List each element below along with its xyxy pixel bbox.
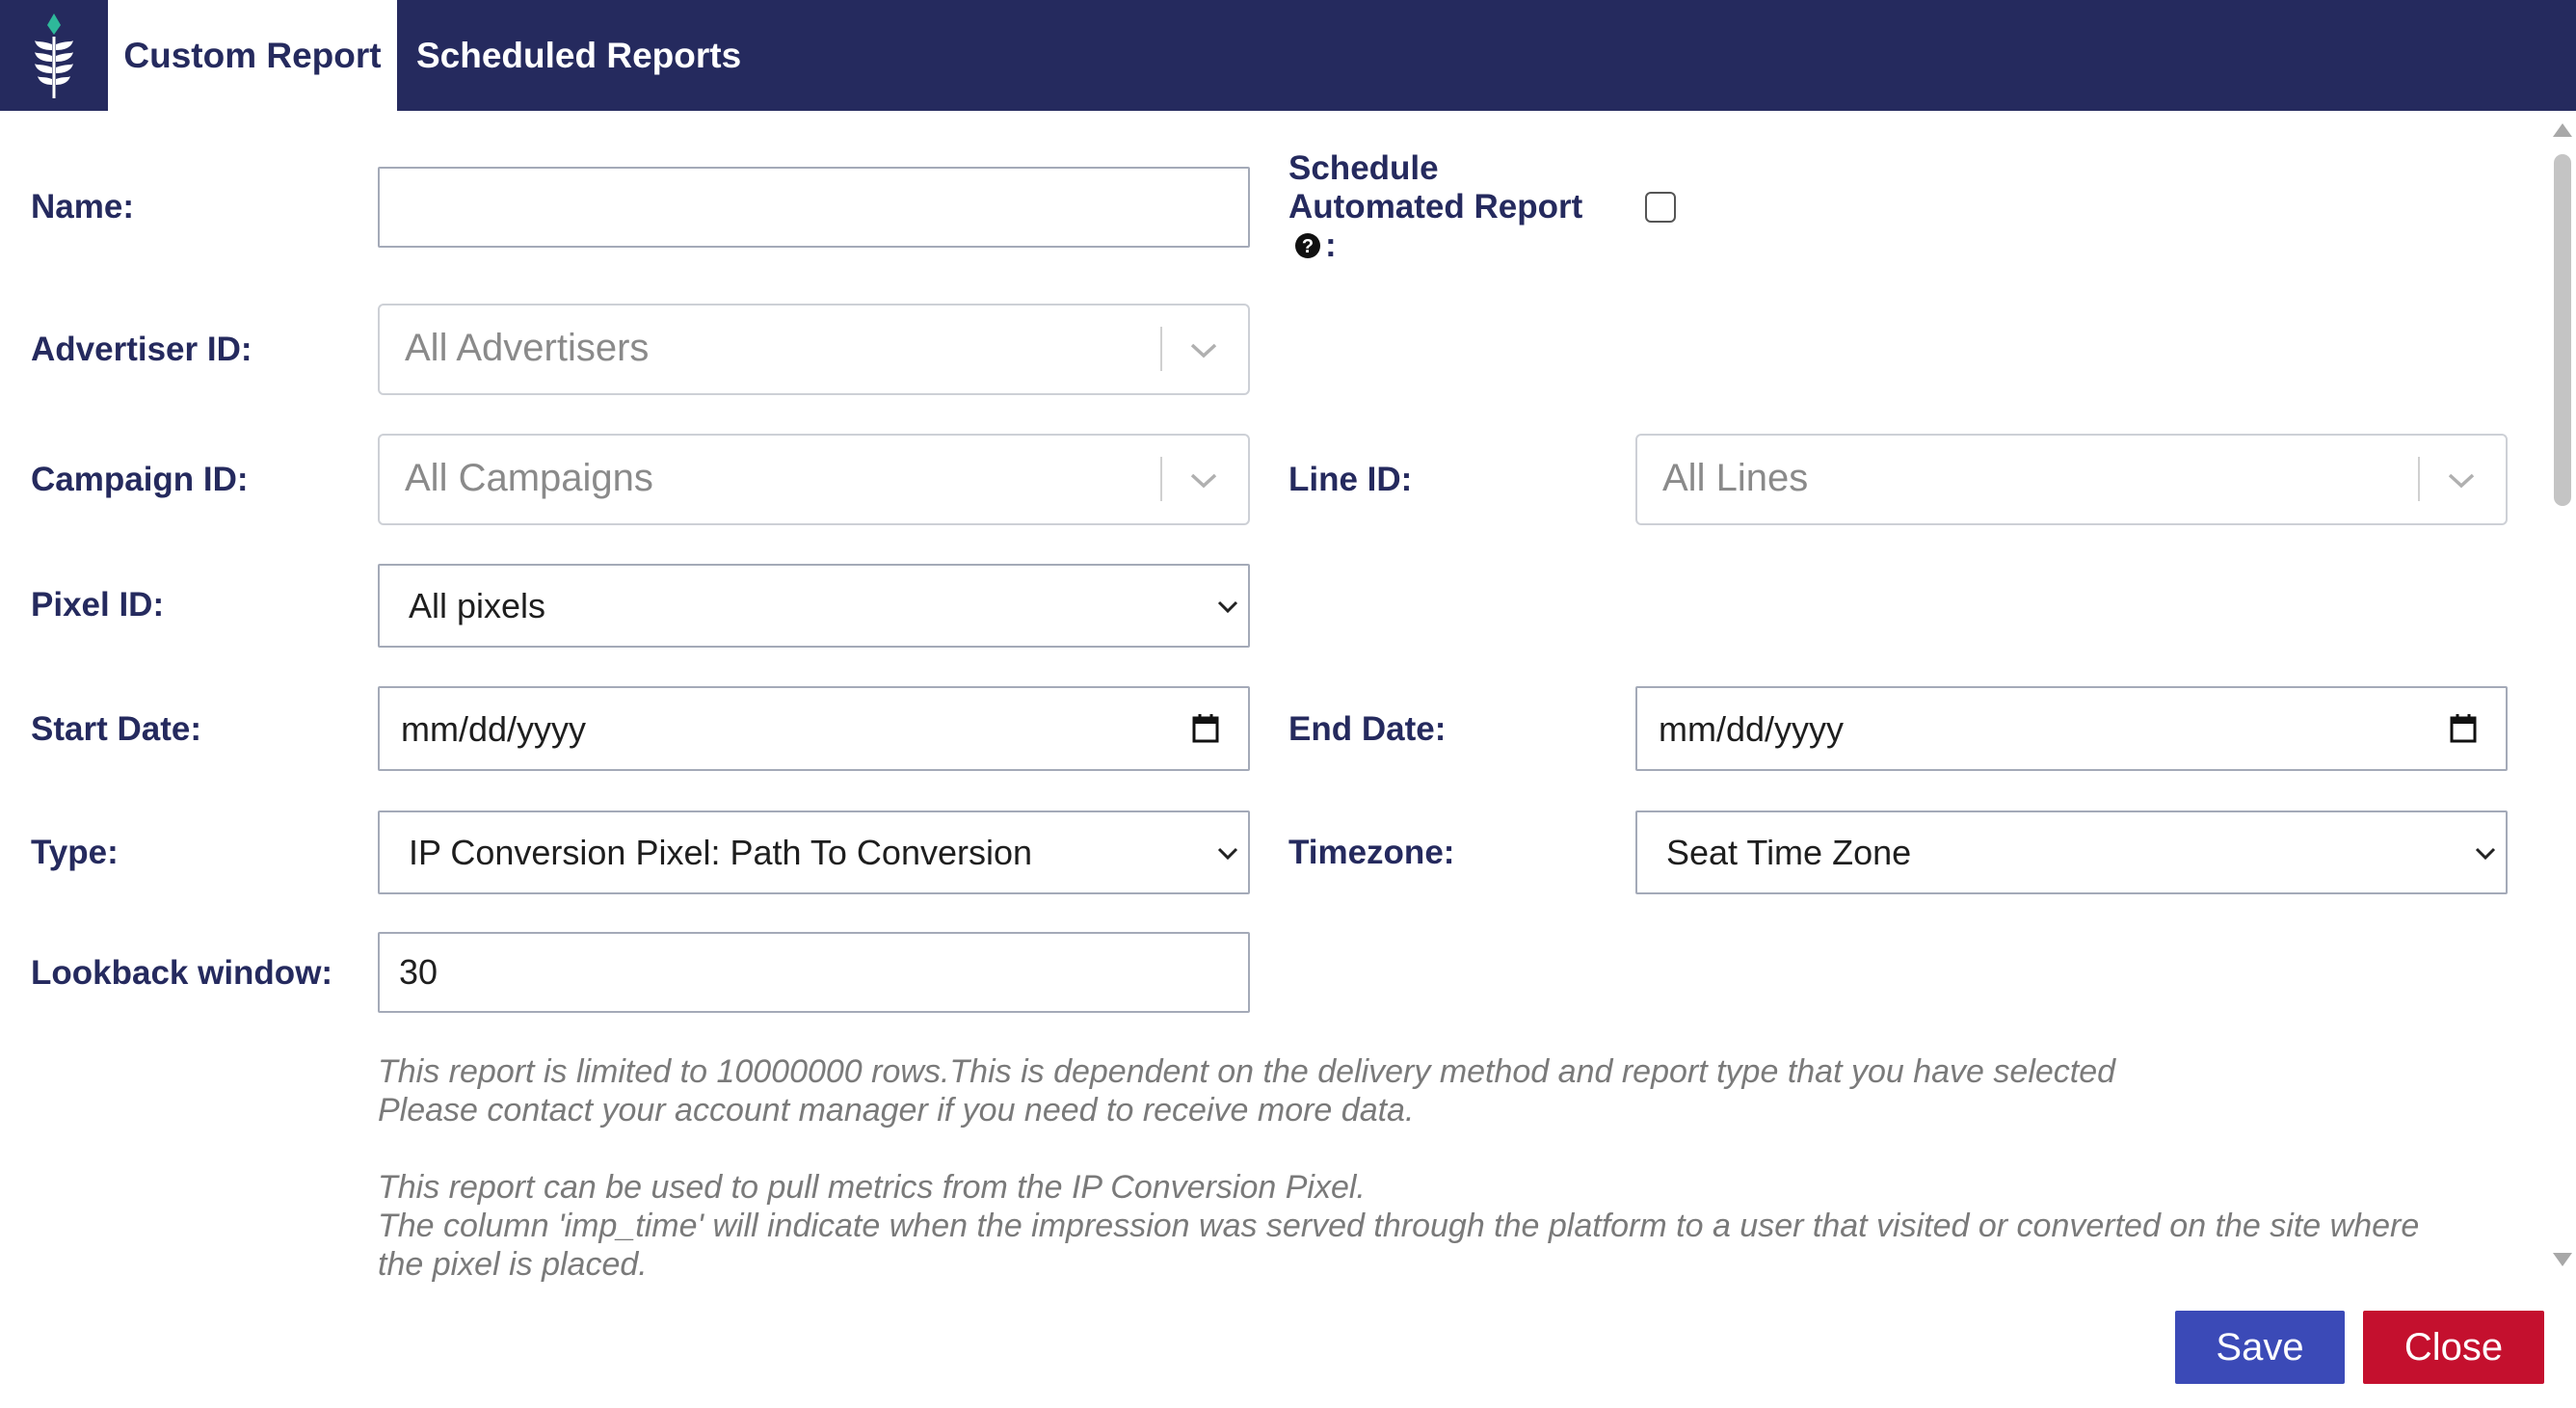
start-date-input[interactable]: mm/dd/yyyy (378, 686, 1250, 771)
chevron-down-icon (2448, 473, 2475, 489)
line-id-label: Line ID: (1288, 461, 1413, 498)
top-navigation-bar: Custom Report Scheduled Reports (0, 0, 2576, 111)
schedule-label-colon: : (1325, 226, 1337, 264)
scroll-down-icon[interactable] (2552, 1251, 2573, 1268)
row-limit-note: This report is limited to 10000000 rows.… (378, 1053, 2116, 1090)
calendar-icon[interactable] (1191, 713, 1220, 744)
name-label: Name: (31, 188, 134, 226)
type-value: IP Conversion Pixel: Path To Conversion (409, 833, 1033, 872)
timezone-value: Seat Time Zone (1666, 833, 1912, 872)
timezone-select[interactable]: Seat Time Zone (1635, 810, 2508, 894)
wheat-logo-icon (35, 13, 73, 98)
advertiser-id-select[interactable]: All Advertisers (378, 304, 1250, 395)
pixel-id-label: Pixel ID: (31, 586, 165, 624)
campaign-id-placeholder: All Campaigns (405, 457, 653, 499)
line-id-select[interactable]: All Lines (1635, 434, 2508, 525)
advertiser-id-placeholder: All Advertisers (405, 327, 650, 369)
chevron-down-icon (1190, 343, 1217, 359)
schedule-label-line1: Schedule (1288, 149, 1439, 187)
line-id-placeholder: All Lines (1662, 457, 1809, 499)
name-input[interactable] (378, 167, 1250, 248)
tab-scheduled-reports[interactable]: Scheduled Reports (416, 0, 741, 111)
tab-custom-report-label: Custom Report (123, 35, 382, 75)
lookback-window-input[interactable]: 30 (378, 932, 1250, 1013)
type-label: Type: (31, 834, 119, 871)
start-date-label: Start Date: (31, 710, 201, 748)
lookback-window-value: 30 (399, 952, 438, 992)
type-select[interactable]: IP Conversion Pixel: Path To Conversion (378, 810, 1250, 894)
advertiser-id-label: Advertiser ID: (31, 331, 252, 368)
report-usage-note: This report can be used to pull metrics … (378, 1169, 1366, 1206)
end-date-value: mm/dd/yyyy (1659, 709, 1845, 749)
tab-scheduled-reports-label: Scheduled Reports (416, 35, 742, 75)
chevron-down-icon (1190, 473, 1217, 489)
chevron-down-icon (2475, 847, 2496, 861)
contact-manager-note: Please contact your account manager if y… (378, 1092, 1415, 1129)
end-date-label: End Date: (1288, 710, 1447, 748)
timezone-label: Timezone: (1288, 834, 1455, 871)
schedule-label: Schedule Automated Report ? : (1288, 149, 1582, 265)
lookback-window-label: Lookback window: (31, 954, 333, 992)
chevron-down-icon (1217, 600, 1238, 614)
save-button[interactable]: Save (2175, 1311, 2345, 1384)
campaign-id-label: Campaign ID: (31, 461, 249, 498)
close-button[interactable]: Close (2363, 1311, 2544, 1384)
help-icon[interactable]: ? (1294, 232, 1321, 259)
imp-time-note: The column 'imp_time' will indicate when… (378, 1208, 2420, 1244)
pixel-id-value: All pixels (409, 586, 546, 625)
schedule-automated-report-checkbox[interactable] (1645, 192, 1676, 223)
tab-custom-report[interactable]: Custom Report (108, 0, 397, 111)
scroll-up-icon[interactable] (2552, 121, 2573, 139)
calendar-icon[interactable] (2449, 713, 2478, 744)
scrollbar-thumb[interactable] (2554, 154, 2571, 506)
schedule-label-line2: Automated Report (1288, 188, 1583, 226)
campaign-id-select[interactable]: All Campaigns (378, 434, 1250, 525)
start-date-value: mm/dd/yyyy (401, 709, 587, 749)
chevron-down-icon (1217, 847, 1238, 861)
svg-text:?: ? (1302, 236, 1314, 257)
end-date-input[interactable]: mm/dd/yyyy (1635, 686, 2508, 771)
pixel-id-select[interactable]: All pixels (378, 564, 1250, 648)
pixel-placed-note: the pixel is placed. (378, 1246, 648, 1283)
brand-logo[interactable] (0, 0, 108, 111)
